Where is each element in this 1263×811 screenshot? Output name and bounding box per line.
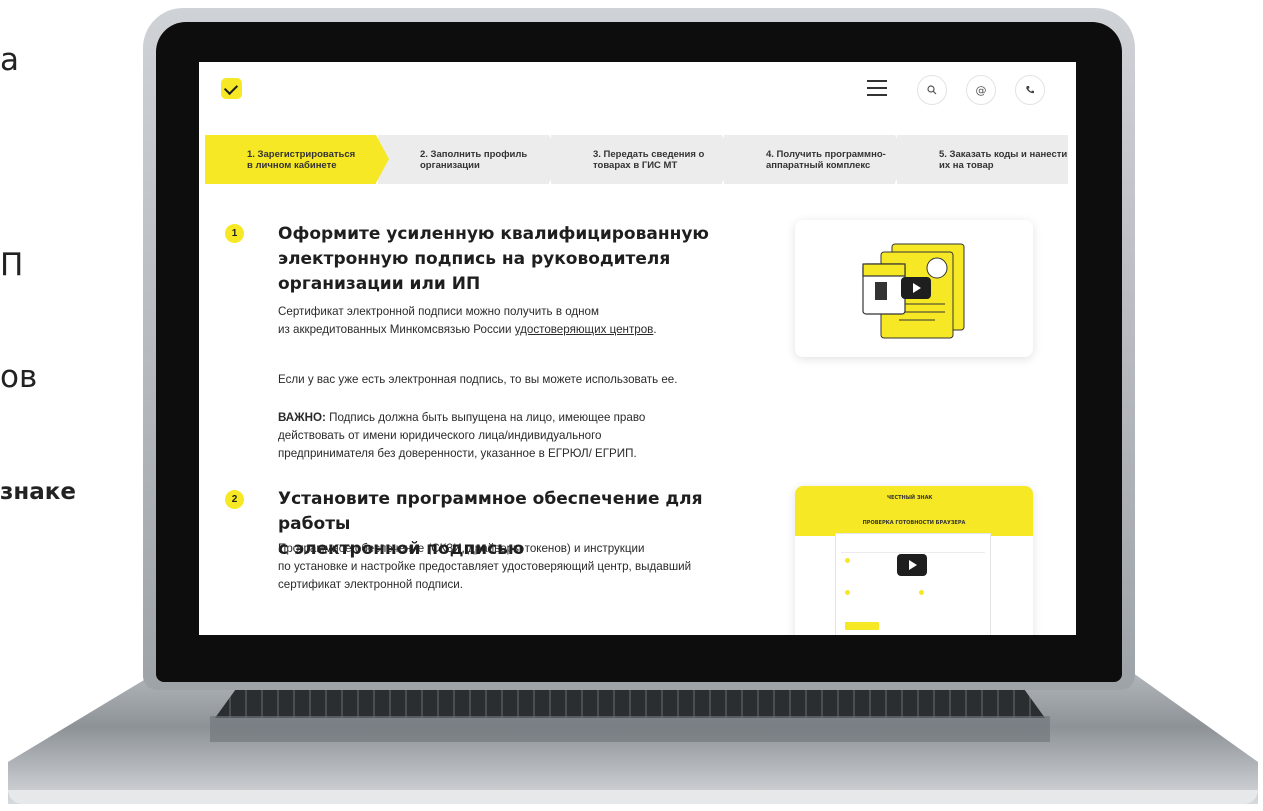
title-line: Установите программное обеспечение для р… [278,489,703,534]
check-item-dot [919,590,924,595]
section-2-text: Программное обеспечение (СКЗИ, драйверы … [278,540,798,594]
video-card-browser-check[interactable]: ЧЕСТНЫЙ ЗНАК ПРОВЕРКА ГОТОВНОСТИ БРАУЗЕР… [795,486,1033,635]
step-2[interactable]: 2. Заполнить профиль организации [378,135,562,184]
phone-icon[interactable] [1015,75,1045,105]
laptop-palmrest [210,716,1050,742]
check-item-dot [845,590,850,595]
check-mark-icon[interactable] [221,78,242,99]
video-card-signature[interactable] [795,220,1033,357]
certification-centers-link[interactable]: удостоверяющих центров [515,323,654,336]
brand-logo-text: ЧЕСТНЫЙ ЗНАК [887,495,933,501]
text-line: действовать от имени юридического лица/и… [278,429,602,442]
browser-check-preview [795,486,1033,536]
step-3[interactable]: 3. Передать сведения о товарах в ГИС МТ [551,135,735,184]
slide-text-fragment: а [0,42,19,78]
step-1[interactable]: 1. Зарегистрироваться в личном кабинете [205,135,389,184]
text-line: Подпись должна быть выпущена на лицо, им… [325,411,646,424]
step-label: в личном кабинете [247,159,337,171]
slide-text-fragment: знаке [0,479,76,505]
step-label: товарах в ГИС МТ [593,159,678,171]
check-action-button [845,622,879,630]
text-line: по установке и настройке предоставляет у… [278,560,692,573]
section-1-text: Сертификат электронной подписи можно пол… [278,303,758,339]
check-item-dot [845,558,850,563]
slide-text-fragment: П [0,247,24,283]
registration-steps: 1. Зарегистрироваться в личном кабинете 2… [205,135,1070,184]
step-label: их на товар [939,159,994,171]
play-button-icon[interactable] [901,277,931,299]
step-4[interactable]: 4. Получить программно-аппаратный компле… [724,135,908,184]
hamburger-icon[interactable] [867,80,887,96]
at-sign-icon[interactable]: @ [966,75,996,105]
section-1-title: Оформите усиленную квалифицированную эле… [278,222,778,297]
step-label: аппаратный комплекс [766,159,871,171]
app-header: @ [199,62,1076,115]
important-label: ВАЖНО: [278,411,326,424]
text-line: Программное обеспечение (СКЗИ, драйверы … [278,542,645,555]
title-line: электронную подпись на руководителя [278,249,671,269]
slide-text-fragment: ов [0,359,38,395]
play-button-icon[interactable] [897,554,927,576]
search-icon[interactable] [917,75,947,105]
browser-check-title: ПРОВЕРКА ГОТОВНОСТИ БРАУЗЕРА [862,520,966,526]
step-5[interactable]: 5. Заказать коды и нанести их на товар [897,135,1068,184]
laptop-base-edge [8,790,1258,804]
step-number-badge: 1 [225,224,244,243]
text-line: предпринимателя без доверенности, указан… [278,447,637,460]
section-1-important: ВАЖНО: Подпись должна быть выпущена на л… [278,409,798,463]
text-line: . [653,323,657,336]
text-line: из аккредитованных Минкомсвязью России [278,323,515,336]
text-line: Сертификат электронной подписи можно пол… [278,305,599,318]
laptop-screen: @ 1. Зарегистрироваться в личном кабинете… [199,62,1076,635]
step-label: 4. Получить программно- [766,148,886,160]
text-line: сертификат электронной подписи. [278,578,464,591]
step-label: 2. Заполнить профиль [420,148,528,160]
title-line: организации или ИП [278,274,481,294]
step-label: организации [420,159,480,171]
step-label: 1. Зарегистрироваться [247,148,356,160]
step-label: 3. Передать сведения о [593,148,705,160]
step-number-badge: 2 [225,490,244,509]
step-label: 5. Заказать коды и нанести [939,148,1068,160]
title-line: Оформите усиленную квалифицированную [278,224,709,244]
section-1-note: Если у вас уже есть электронная подпись,… [278,373,678,386]
